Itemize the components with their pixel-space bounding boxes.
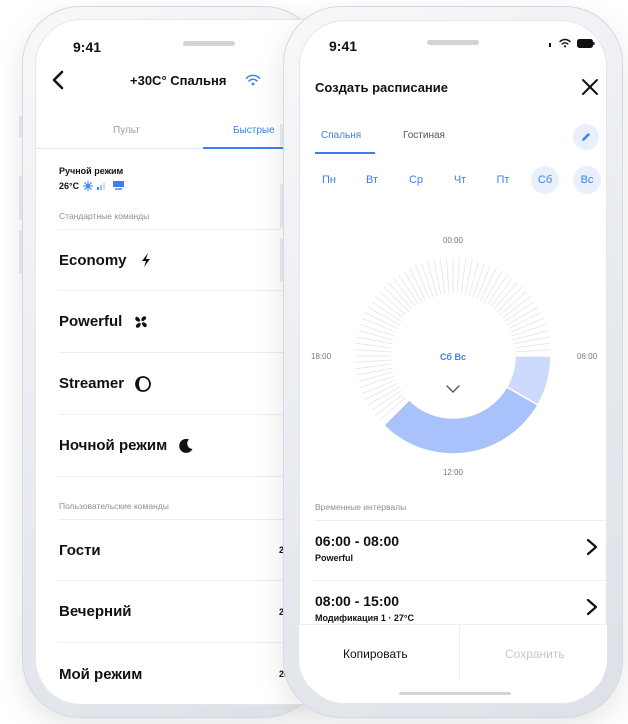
intervals-heading: Временные интервалы [315,502,407,512]
dial-tick [472,263,485,298]
dial-tick [446,258,450,295]
lightning-icon [141,253,150,267]
save-button[interactable]: Сохранить [505,647,565,661]
bottom-actions: Копировать Сохранить [299,624,607,686]
dial-tick [493,282,518,310]
day-fri[interactable]: Пт [489,166,517,194]
dial-tick [496,286,523,313]
day-selector: Пн Вт Ср Чт Пт Сб Вс [313,166,603,194]
room-title: +30C° Спальня [130,73,227,88]
tab-quick[interactable]: Быстрые [233,125,275,136]
close-icon[interactable] [581,78,599,96]
chevron-right-icon [586,598,598,616]
volume-down-button [19,230,22,274]
dial-label-top: 00:00 [442,236,464,245]
day-wed[interactable]: Ср [402,166,430,194]
dial-tick [421,263,434,298]
volume-up-button [19,176,22,220]
home-indicator [399,692,511,695]
wifi-icon [559,38,571,48]
dial-tick [383,286,410,313]
command-label: Powerful [59,313,123,330]
tab-remote[interactable]: Пульт [113,125,140,136]
manual-mode-status: 26°C [59,181,125,191]
dial-label-bottom: 12:00 [442,468,464,477]
battery-icon [577,38,595,48]
interval-mode: Powerful [315,553,354,563]
day-sat[interactable]: Сб [531,166,559,194]
dial-tick [360,375,395,388]
pencil-icon [582,133,590,141]
volume-down-button [280,238,283,282]
interval-mode: Модификация 1 · 27°C [315,613,414,623]
schedule-dial: 00:00 06:00 12:00 18:00 Сб Вс [299,230,607,490]
fan-speed-icon [97,183,106,190]
swing-icon [113,181,125,190]
chevron-right-icon [586,538,598,556]
day-sun[interactable]: Вс [573,166,601,194]
interval-time: 06:00 - 08:00 [315,533,400,549]
manual-mode-title[interactable]: Ручной режим [59,166,123,176]
manual-mode-temp: 26°C [59,181,80,191]
dial-tick [439,258,446,295]
command-label: Streamer [59,375,125,392]
divider [459,625,460,681]
tab-bedroom[interactable]: Спальня [321,130,361,141]
dial-tick [355,363,392,370]
dial-tick [511,324,546,337]
dial-tick [355,359,392,363]
signal-icon [549,43,551,47]
dial-label-right: 06:00 [577,352,598,361]
wifi-icon [245,74,261,86]
back-phone: 9:41 +30C° Спальня Пульт Быстрые Ручной … [19,6,335,718]
schedule-screen: 9:41 Создать расписание Спальня Гостиная [299,20,607,704]
back-arrow-icon[interactable] [49,69,69,91]
command-label: Economy [59,251,127,269]
mute-switch [19,116,22,138]
interval-time: 08:00 - 15:00 [315,593,400,609]
dial-tick [514,342,551,349]
day-mon[interactable]: Пн [315,166,343,194]
snowflake-icon [83,181,94,191]
dial-tick [514,349,551,353]
front-phone: 9:41 Создать расписание Спальня Гостиная [280,6,623,718]
command-label: Мой режим [59,665,143,683]
command-label: Ночной режим [59,437,168,454]
notch [427,40,479,45]
interval-row[interactable]: 06:00 - 08:00 Powerful [315,520,607,578]
command-label: Гости [59,541,101,559]
dial-label-left: 18:00 [311,352,332,361]
moon-icon [179,438,193,453]
dial-tick [499,291,527,316]
user-commands-heading: Пользовательские команды [59,501,169,511]
page-title: Создать расписание [315,80,449,95]
status-time: 9:41 [73,39,102,55]
edit-button[interactable] [573,124,599,150]
day-tue[interactable]: Вт [358,166,386,194]
room-tabs: Спальня Гостиная [299,124,607,152]
streamer-icon [135,375,151,392]
fan-icon [135,315,148,328]
dial-tick [355,349,392,353]
dial-tick [456,258,460,295]
status-time: 9:41 [329,38,358,54]
notch [183,41,235,46]
day-thu[interactable]: Чт [446,166,474,194]
dial-selected-days: Сб Вс [440,352,466,362]
room-tab-underline [315,152,375,154]
copy-button[interactable]: Копировать [343,647,408,661]
command-label: Вечерний [59,603,132,620]
mute-switch [280,124,283,146]
dial-tick [360,324,395,337]
volume-up-button [280,184,283,228]
status-icons [547,38,595,48]
dial-tick [379,291,407,316]
dial-tick [460,258,467,295]
dial-tick [355,342,392,349]
tab-living-room[interactable]: Гостиная [403,130,445,141]
standard-commands-heading: Стандартные команды [59,211,150,221]
dial-tick [388,282,413,310]
